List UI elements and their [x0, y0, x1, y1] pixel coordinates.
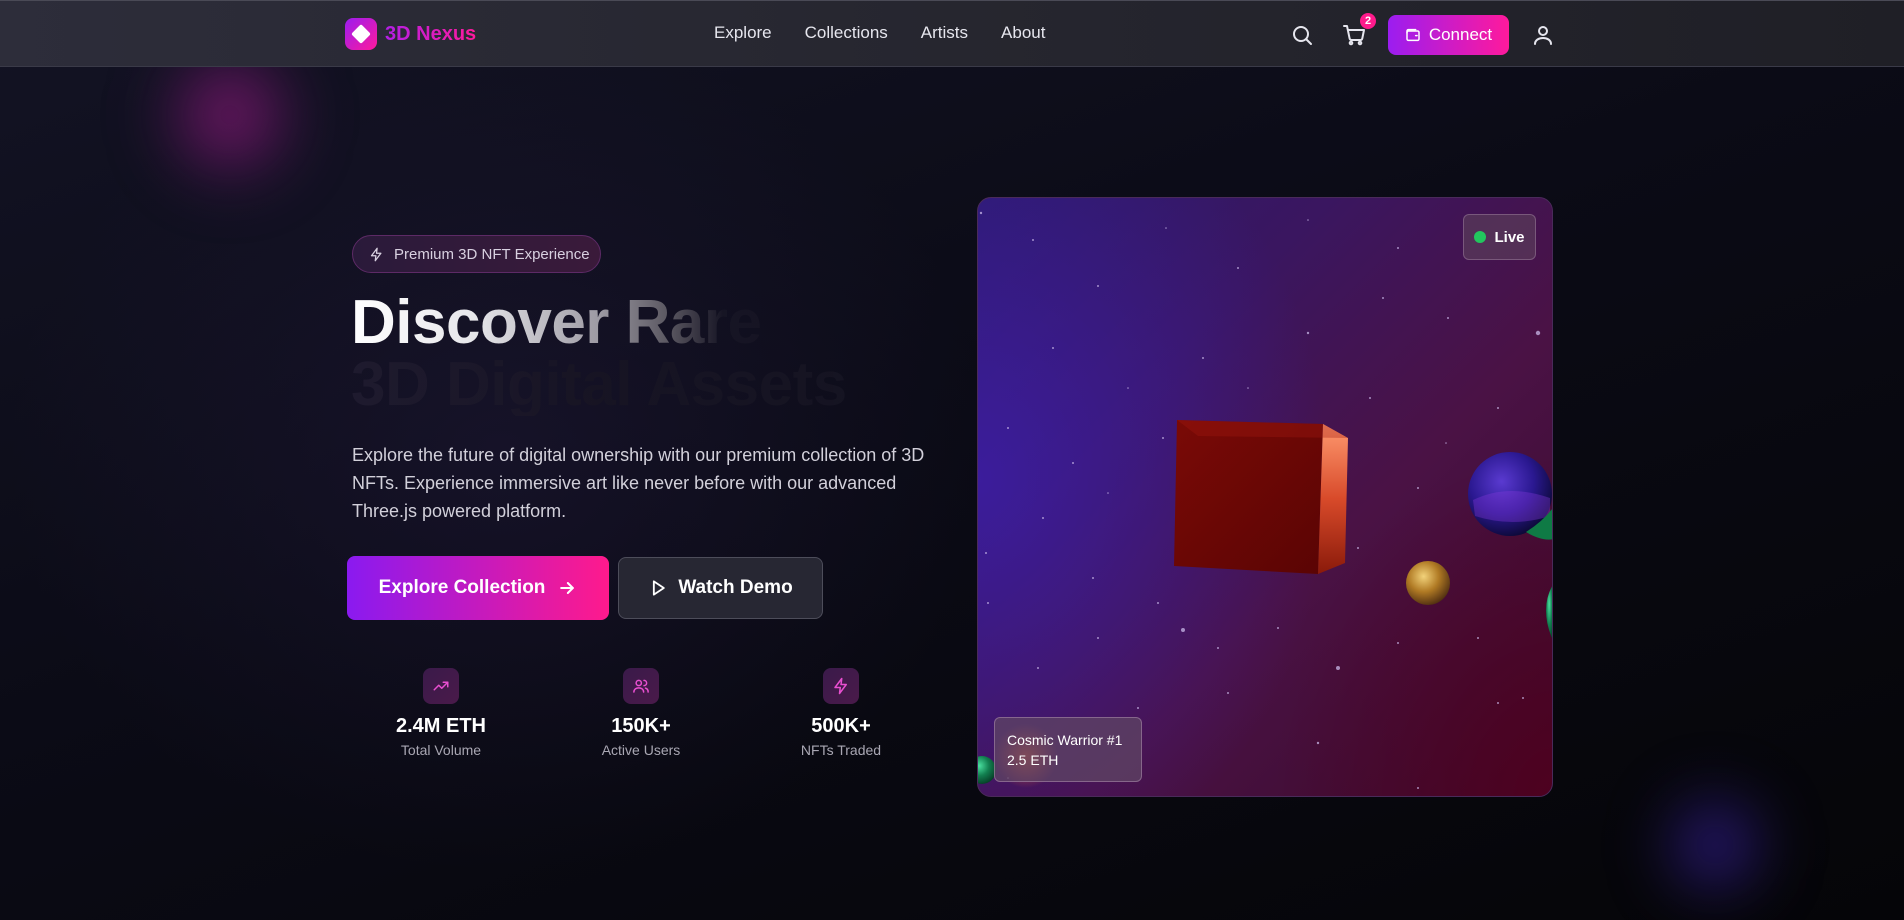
- stat-nfts-traded: 500K+ NFTs Traded: [761, 668, 921, 758]
- top-navbar: 3D Nexus Explore Collections Artists Abo…: [0, 0, 1904, 67]
- red-cube-shape: [1174, 420, 1348, 574]
- watch-demo-button[interactable]: Watch Demo: [618, 557, 823, 619]
- zap-icon: [370, 247, 382, 261]
- connect-wallet-button[interactable]: Connect: [1388, 15, 1509, 55]
- explore-collection-label: Explore Collection: [378, 577, 546, 598]
- wallet-icon: [1406, 28, 1420, 42]
- brand-logo[interactable]: 3D Nexus: [345, 18, 476, 50]
- headline-line-2: 3D Digital Assets: [351, 350, 847, 419]
- main-nav: Explore Collections Artists About: [714, 23, 1045, 43]
- hero-headline: Discover Rare 3D Digital Assets: [351, 292, 847, 416]
- nav-link-explore[interactable]: Explore: [714, 23, 772, 43]
- nav-link-collections[interactable]: Collections: [805, 23, 888, 43]
- logo-diamond-icon: [345, 18, 377, 50]
- stat-label: NFTs Traded: [800, 742, 882, 758]
- trending-up-icon: [423, 668, 459, 704]
- zap-icon: [823, 668, 859, 704]
- nft-price: 2.5 ETH: [1007, 752, 1059, 768]
- live-indicator-dot: [1474, 231, 1487, 243]
- stat-label: Active Users: [601, 742, 681, 758]
- blue-glow-decoration: [1650, 780, 1780, 910]
- explore-collection-button[interactable]: Explore Collection: [347, 556, 609, 620]
- nft-info-tag[interactable]: Cosmic Warrior #1 2.5 ETH: [994, 717, 1142, 782]
- headline-line-1: Discover Rare: [351, 292, 847, 354]
- live-label: Live: [1494, 228, 1525, 246]
- watch-demo-label: Watch Demo: [678, 577, 793, 598]
- stat-active-users: 150K+ Active Users: [561, 668, 721, 758]
- gold-sphere: [1406, 561, 1450, 605]
- hero-pill-badge: Premium 3D NFT Experience: [352, 235, 601, 273]
- nft-name: Cosmic Warrior #1: [1007, 732, 1123, 748]
- play-icon: [653, 580, 666, 596]
- hero-description: Explore the future of digital ownership …: [352, 445, 925, 521]
- connect-label: Connect: [1428, 25, 1493, 44]
- stat-label: Total Volume: [400, 742, 482, 758]
- cart-count-badge: 2: [1360, 13, 1376, 29]
- users-icon: [623, 668, 659, 704]
- hero-pill-text: Premium 3D NFT Experience: [394, 245, 590, 263]
- green-sphere-edge: [1546, 586, 1552, 639]
- stat-total-volume: 2.4M ETH Total Volume: [361, 668, 521, 758]
- search-icon[interactable]: [1290, 23, 1314, 47]
- 3d-scene: [978, 211, 1552, 789]
- user-icon[interactable]: [1531, 23, 1555, 47]
- stat-value: 150K+: [611, 715, 671, 737]
- arrow-right-icon: [560, 582, 575, 594]
- nav-link-artists[interactable]: Artists: [921, 23, 968, 43]
- stat-value: 500K+: [811, 715, 871, 737]
- live-status-badge: Live: [1463, 214, 1536, 260]
- nft-3d-preview[interactable]: Live Cosmic Warrior #1 2.5 ETH: [977, 197, 1553, 797]
- stat-value: 2.4M ETH: [395, 715, 487, 737]
- brand-name: 3D Nexus: [385, 22, 477, 45]
- nav-link-about[interactable]: About: [1001, 23, 1045, 43]
